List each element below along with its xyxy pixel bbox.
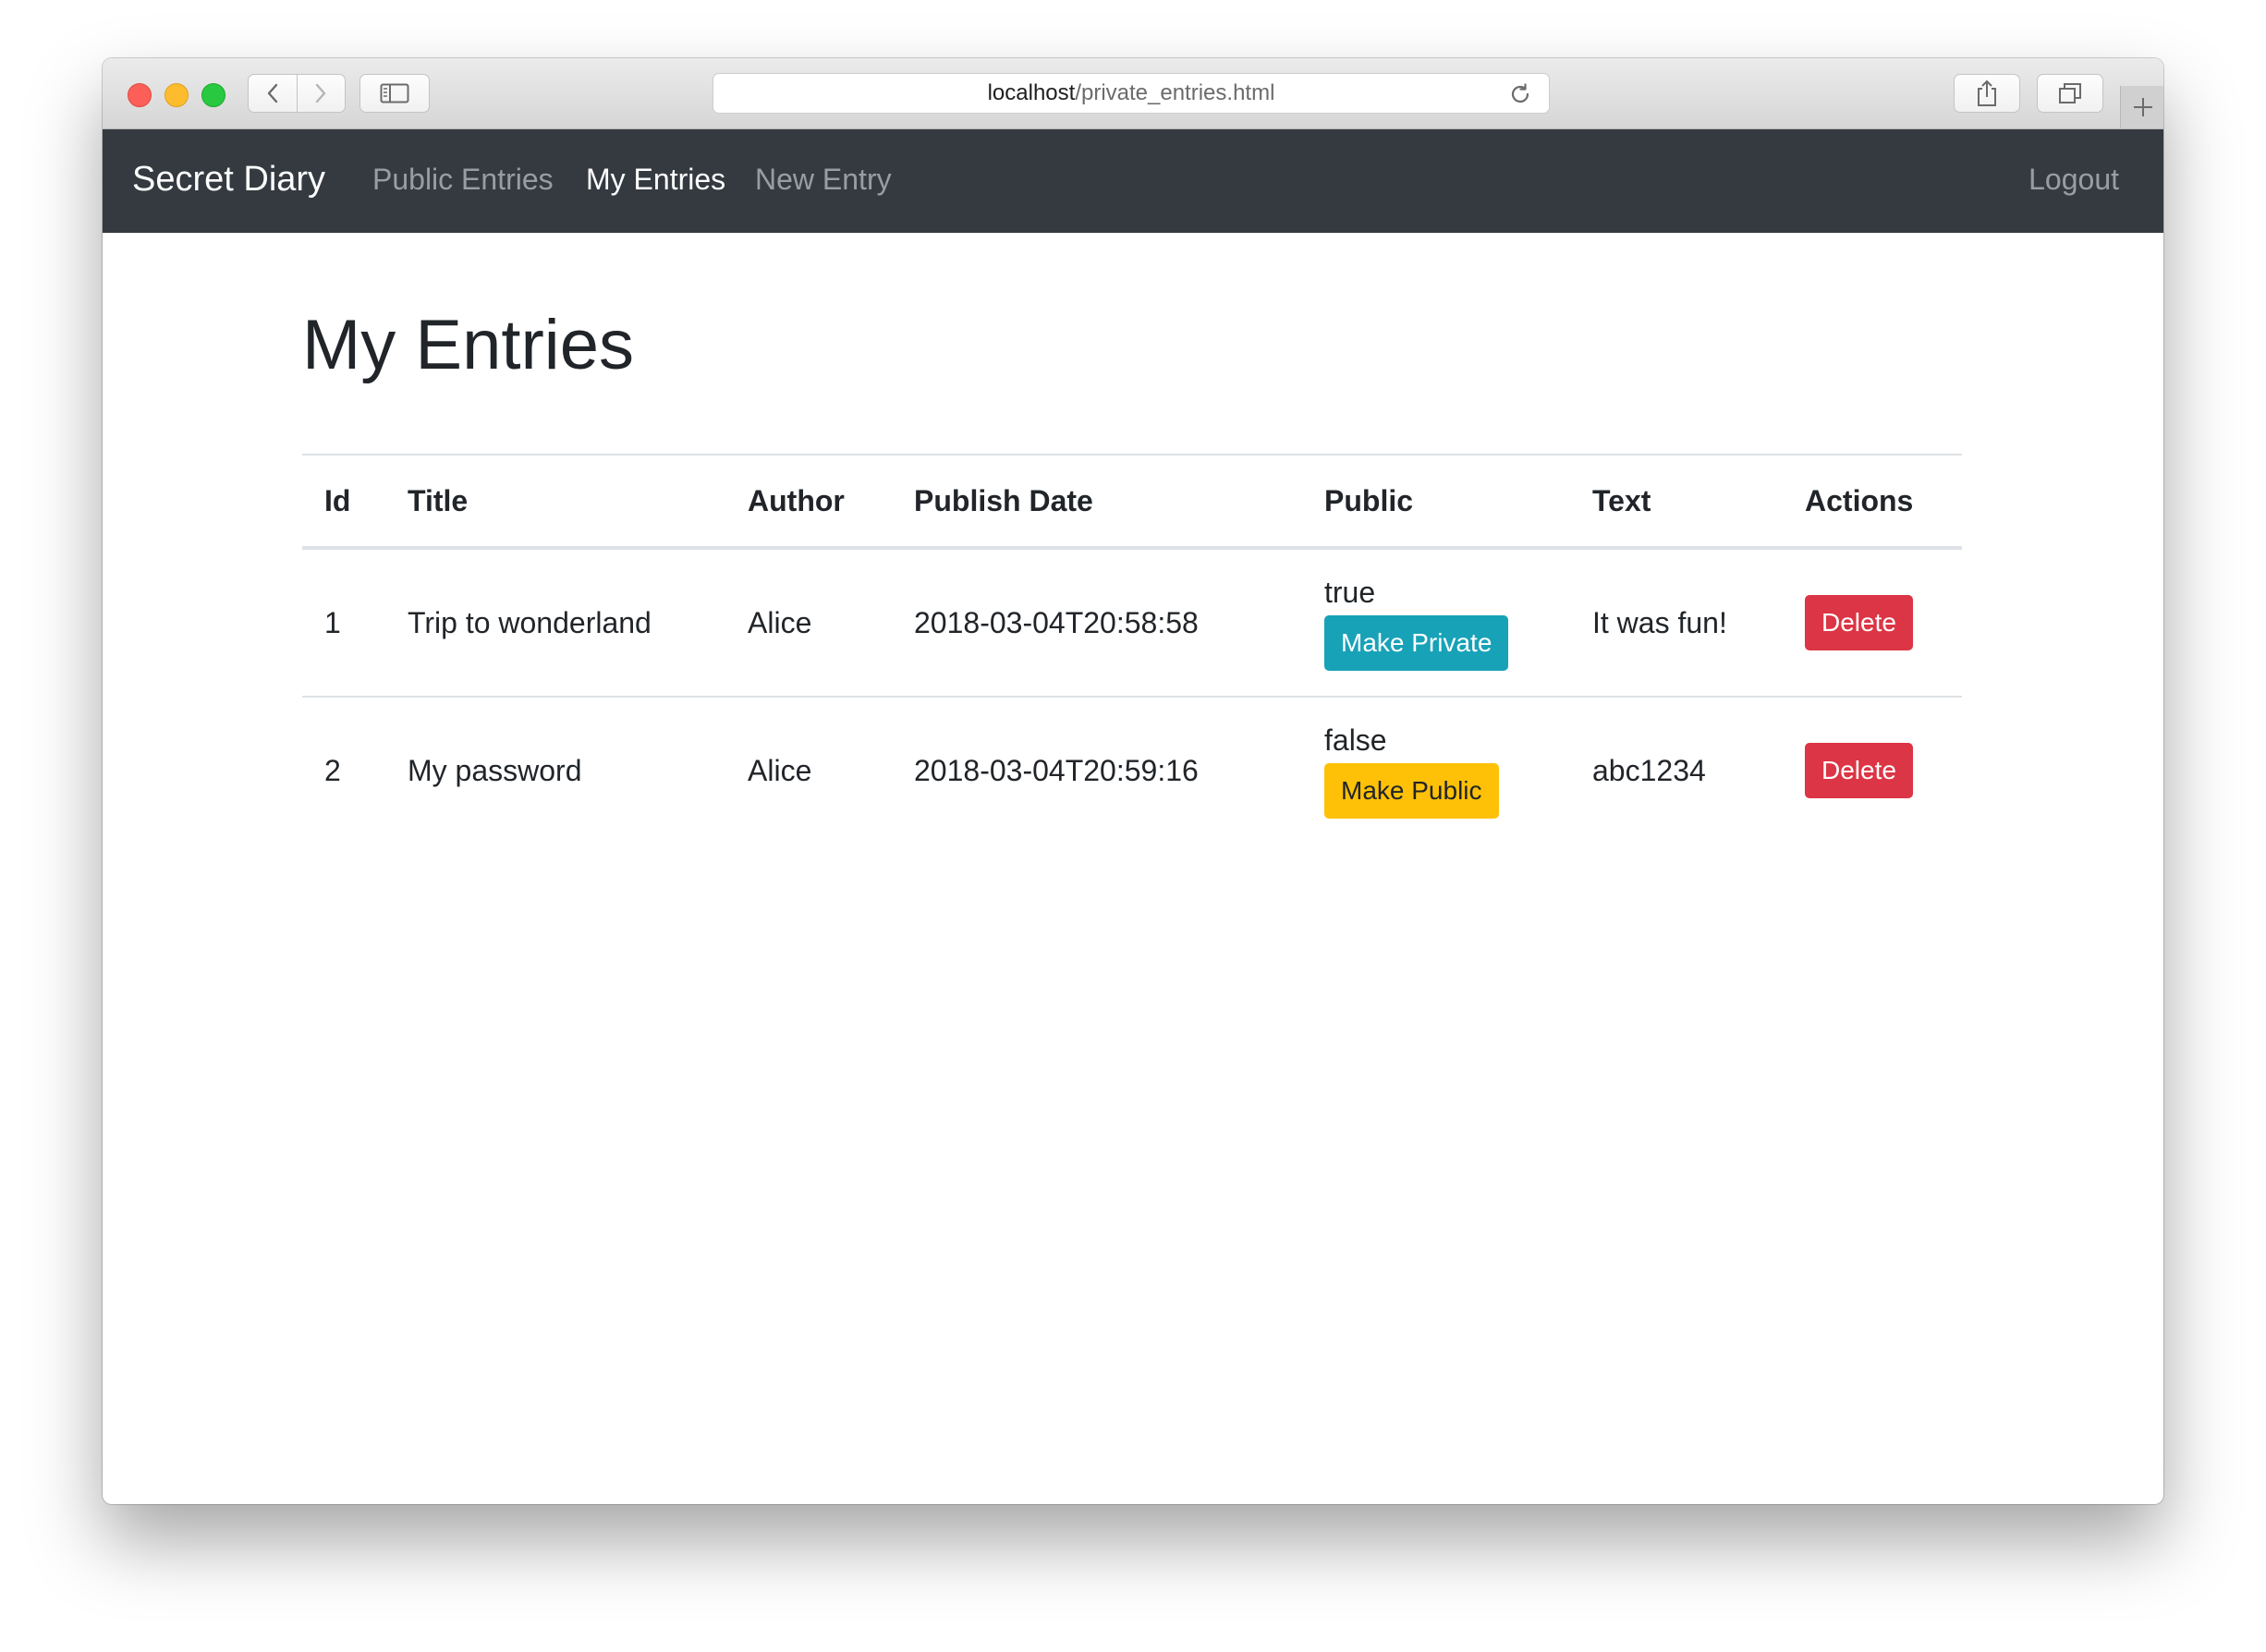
cell-publish-date: 2018-03-04T20:58:58	[914, 605, 1199, 639]
header-author: Author	[725, 454, 892, 550]
page-title: My Entries	[302, 306, 634, 384]
logout-link[interactable]: Logout	[2028, 161, 2119, 200]
table-header-row: Id Title Author Publish Date Public Text…	[302, 454, 1962, 550]
delete-button[interactable]: Delete	[1805, 743, 1913, 798]
show-tabs-button[interactable]	[2037, 74, 2103, 113]
cell-text: abc1234	[1570, 696, 1783, 844]
url-path: /private_entries.html	[1075, 80, 1275, 105]
browser-titlebar: localhost/private_entries.html	[103, 58, 2163, 129]
share-icon	[1978, 79, 1996, 106]
chevron-right-icon	[316, 83, 326, 103]
make-public-button[interactable]: Make Public	[1324, 762, 1499, 819]
reload-icon[interactable]	[1508, 82, 1532, 106]
header-publish-date: Publish Date	[892, 454, 1302, 550]
history-nav	[248, 74, 346, 113]
brand-link[interactable]: Secret Diary	[132, 157, 325, 202]
close-window-button[interactable]	[128, 83, 152, 107]
nav-link-new-entry[interactable]: New Entry	[755, 161, 892, 200]
header-actions: Actions	[1783, 454, 1962, 550]
minimize-window-button[interactable]	[164, 83, 189, 107]
forward-button[interactable]	[296, 75, 346, 112]
cell-author: Alice	[725, 696, 892, 844]
cell-public: false Make Public	[1302, 696, 1570, 844]
entries-table: Id Title Author Publish Date Public Text…	[302, 454, 1962, 844]
cell-actions: Delete	[1783, 696, 1962, 844]
cell-title: Trip to wonderland	[408, 605, 652, 639]
nav-link-public-entries[interactable]: Public Entries	[372, 161, 554, 200]
cell-public: true Make Private	[1302, 548, 1570, 697]
cell-id: 1	[324, 605, 341, 639]
tabs-icon	[2059, 83, 2081, 103]
cell-actions: Delete	[1783, 548, 1962, 697]
nav-link-my-entries[interactable]: My Entries	[586, 161, 725, 200]
public-flag: true	[1324, 575, 1376, 609]
cell-publish-date: 2018-03-04T20:59:16	[892, 696, 1302, 844]
browser-window: localhost/private_entries.html Secret Di…	[103, 58, 2163, 1504]
table-row: 2 My password Alice 2018-03-04T20:59:16 …	[302, 696, 1962, 844]
delete-button[interactable]: Delete	[1805, 595, 1913, 650]
address-bar[interactable]: localhost/private_entries.html	[713, 73, 1550, 114]
cell-text: It was fun!	[1592, 605, 1727, 639]
header-id: Id	[302, 454, 385, 550]
share-button[interactable]	[1954, 74, 2020, 113]
plus-icon	[2133, 98, 2152, 116]
back-button[interactable]	[249, 75, 297, 112]
cell-title: My password	[385, 696, 725, 844]
site-navbar: Secret Diary Public Entries My Entries N…	[103, 129, 2163, 233]
header-public: Public	[1302, 454, 1570, 550]
header-text: Text	[1570, 454, 1783, 550]
maximize-window-button[interactable]	[201, 83, 225, 107]
cell-author: Alice	[748, 605, 812, 639]
public-flag: false	[1324, 723, 1387, 757]
sidebar-toggle-button[interactable]	[359, 74, 430, 113]
new-tab-button[interactable]	[2120, 86, 2163, 128]
header-title: Title	[385, 454, 725, 550]
make-private-button[interactable]: Make Private	[1324, 614, 1509, 671]
sidebar-icon	[380, 83, 409, 103]
chevron-left-icon	[267, 83, 277, 103]
cell-id: 2	[302, 696, 385, 844]
url-host: localhost	[987, 80, 1076, 105]
table-row: 1 Trip to wonderland Alice 2018-03-04T20…	[302, 548, 1962, 697]
